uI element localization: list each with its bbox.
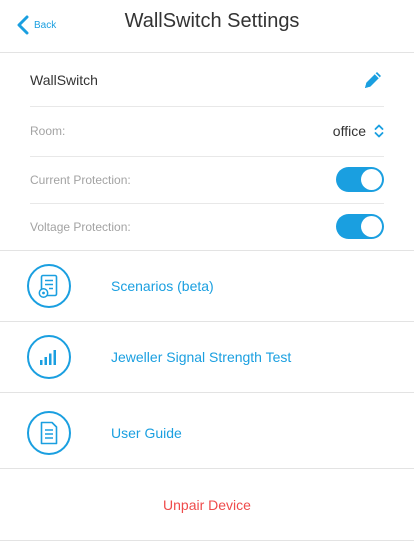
- up-down-chevron-icon: [374, 124, 384, 138]
- voltage-protection-label: Voltage Protection:: [30, 219, 131, 234]
- room-value: office: [332, 123, 366, 139]
- current-protection-row: Current Protection:: [30, 156, 384, 203]
- toggle-knob: [361, 169, 382, 190]
- scenarios-icon: [27, 264, 71, 308]
- device-name-row[interactable]: WallSwitch: [30, 53, 384, 106]
- user-guide-label: User Guide: [111, 425, 182, 441]
- signal-strength-test-label: Jeweller Signal Strength Test: [111, 349, 292, 365]
- device-name: WallSwitch: [30, 71, 98, 88]
- room-select[interactable]: office: [333, 123, 384, 139]
- user-guide-row[interactable]: User Guide: [0, 398, 414, 468]
- voltage-protection-toggle[interactable]: [336, 214, 384, 239]
- nav-header: Back WallSwitch Settings: [0, 0, 414, 52]
- page-title: WallSwitch Settings: [124, 10, 300, 32]
- unpair-device-button[interactable]: Unpair Device: [0, 470, 414, 540]
- scenarios-row[interactable]: Scenarios (beta): [0, 251, 414, 321]
- settings-screen: Back WallSwitch Settings WallSwitch Room…: [0, 0, 414, 541]
- signal-strength-test-row[interactable]: Jeweller Signal Strength Test: [0, 322, 414, 392]
- unpair-device-label: Unpair Device: [163, 497, 251, 513]
- section-divider: [0, 468, 414, 469]
- scenarios-label: Scenarios (beta): [111, 278, 214, 294]
- signal-strength-icon: [27, 335, 71, 379]
- room-row[interactable]: Room: office: [30, 106, 384, 156]
- current-protection-label: Current Protection:: [30, 172, 131, 187]
- edit-pencil-icon[interactable]: [362, 69, 384, 91]
- section-divider: [0, 392, 414, 393]
- room-label: Room:: [30, 124, 66, 138]
- voltage-protection-row: Voltage Protection:: [30, 203, 384, 250]
- toggle-knob: [361, 216, 382, 237]
- current-protection-toggle[interactable]: [336, 167, 384, 192]
- document-icon: [27, 411, 71, 455]
